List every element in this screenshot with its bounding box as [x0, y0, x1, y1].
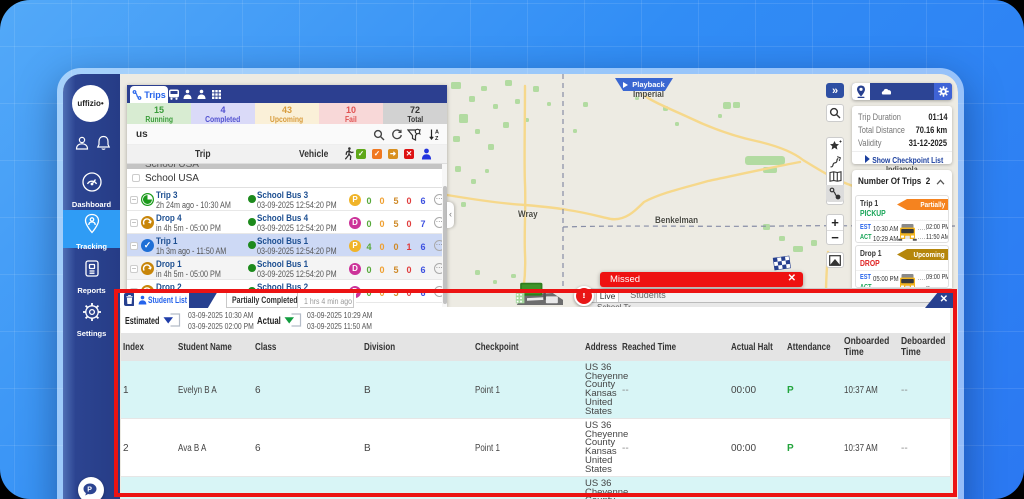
- svg-text:Z: Z: [435, 136, 439, 141]
- svg-text:P: P: [87, 487, 92, 494]
- svg-text:A: A: [435, 130, 439, 136]
